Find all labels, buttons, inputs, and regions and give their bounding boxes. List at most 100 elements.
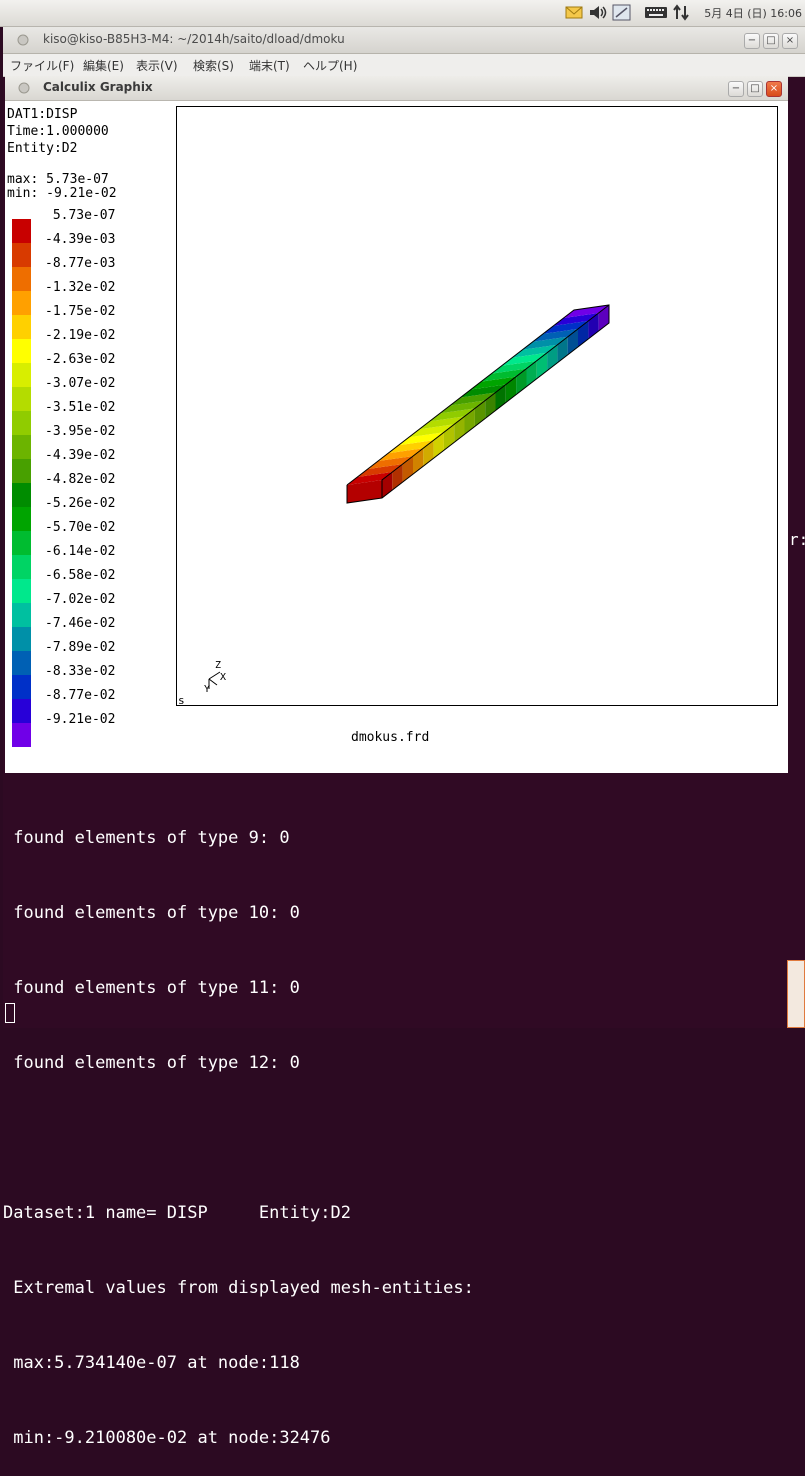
color-legend-bar: [12, 219, 31, 747]
maximize-icon[interactable]: □: [747, 81, 763, 97]
menu-view[interactable]: 表示(V): [136, 57, 178, 74]
info-dataset: DAT1:DISP: [7, 107, 78, 122]
system-top-panel: 5月 4日 (日) 16:06: [0, 0, 805, 27]
output-line: max:5.734140e-07 at node:118: [3, 1353, 300, 1373]
beam-model[interactable]: [177, 107, 777, 705]
legend-swatch: [12, 459, 31, 483]
legend-label: -4.39e-02: [45, 448, 116, 463]
min-value: min: -9.21e-02: [7, 186, 117, 201]
legend-swatch: [12, 651, 31, 675]
legend-swatch: [12, 363, 31, 387]
keyboard-icon[interactable]: [644, 4, 668, 21]
legend-label: -2.63e-02: [45, 352, 116, 367]
legend-label: -2.19e-02: [45, 328, 116, 343]
legend-label: -5.26e-02: [45, 496, 116, 511]
legend-swatch: [12, 723, 31, 747]
legend-swatch: [12, 339, 31, 363]
legend-swatch: [12, 219, 31, 243]
output-line: ​: [3, 1126, 783, 1151]
close-icon[interactable]: ×: [766, 81, 782, 97]
legend-label: -7.02e-02: [45, 592, 116, 607]
legend-label: -8.77e-02: [45, 688, 116, 703]
transfer-icon[interactable]: [672, 4, 690, 21]
legend-label: -4.39e-03: [45, 232, 116, 247]
legend-label: 5.73e-07: [45, 208, 116, 223]
max-value: max: 5.73e-07: [7, 172, 109, 187]
terminal-menubar: ファイル(F) 編集(E) 表示(V) 検索(S) 端末(T) ヘルプ(H): [3, 54, 805, 77]
legend-swatch: [12, 579, 31, 603]
terminal-titlebar[interactable]: kiso@kiso-B85H3-M4: ~/2014h/saito/dload/…: [3, 27, 805, 54]
window-menu-icon[interactable]: [17, 34, 29, 46]
menu-edit[interactable]: 編集(E): [83, 57, 124, 74]
output-line: found elements of type 9: 0: [3, 828, 290, 848]
legend-label: -1.32e-02: [45, 280, 116, 295]
legend-label: -5.70e-02: [45, 520, 116, 535]
3d-viewport[interactable]: Z X Y: [176, 106, 778, 706]
legend-label: -6.14e-02: [45, 544, 116, 559]
legend-label: -3.07e-02: [45, 376, 116, 391]
legend-label: -7.46e-02: [45, 616, 116, 631]
info-time: Time:1.000000: [7, 124, 109, 139]
output-line: found elements of type 10: 0: [3, 903, 300, 923]
window-menu-icon[interactable]: [18, 82, 30, 94]
terminal-cursor: [5, 1003, 15, 1023]
filename-label: dmokus.frd: [351, 730, 430, 745]
minimize-icon[interactable]: −: [744, 33, 760, 49]
min-max-values: max: 5.73e-07 min: -9.21e-02: [7, 173, 117, 201]
terminal-title: kiso@kiso-B85H3-M4: ~/2014h/saito/dload/…: [43, 32, 345, 46]
legend-label: -1.75e-02: [45, 304, 116, 319]
legend-label: -6.58e-02: [45, 568, 116, 583]
calculix-window[interactable]: Calculix Graphix − □ × DAT1:DISP Time:1.0…: [5, 76, 788, 773]
legend-label: -3.95e-02: [45, 424, 116, 439]
network-icon[interactable]: [612, 4, 632, 21]
output-line: Extremal values from displayed mesh-enti…: [3, 1278, 474, 1298]
legend-swatch: [12, 243, 31, 267]
terminal-output[interactable]: found elements of type 9: 0 found elemen…: [3, 776, 783, 1476]
maximize-icon[interactable]: □: [763, 33, 779, 49]
axis-y-label: Y: [204, 684, 210, 693]
corner-label: s: [178, 694, 185, 707]
clock[interactable]: 5月 4日 (日) 16:06: [704, 5, 802, 21]
terminal-scrollbar[interactable]: [787, 960, 805, 1028]
legend-swatch: [12, 435, 31, 459]
legend-swatch: [12, 291, 31, 315]
axis-z-label: Z: [215, 660, 221, 671]
legend-label: -3.51e-02: [45, 400, 116, 415]
axis-x-label: X: [220, 672, 226, 683]
color-legend-labels: 5.73e-07 -4.39e-03 -8.77e-03 -1.32e-02 -…: [45, 207, 115, 735]
legend-swatch: [12, 507, 31, 531]
menu-help[interactable]: ヘルプ(H): [303, 57, 357, 74]
mail-icon[interactable]: [565, 4, 583, 21]
menu-terminal[interactable]: 端末(T): [249, 57, 290, 74]
legend-swatch: [12, 699, 31, 723]
legend-label: -9.21e-02: [45, 712, 116, 727]
output-line: Dataset:1 name= DISP Entity:D2: [3, 1203, 351, 1223]
legend-label: -8.77e-03: [45, 256, 116, 271]
volume-icon[interactable]: [588, 4, 608, 21]
info-entity: Entity:D2: [7, 141, 78, 156]
legend-swatch: [12, 603, 31, 627]
calculix-titlebar[interactable]: Calculix Graphix − □ ×: [5, 76, 788, 101]
menu-search[interactable]: 検索(S): [193, 57, 234, 74]
legend-label: -4.82e-02: [45, 472, 116, 487]
terminal-edge-text: r:: [789, 530, 805, 549]
legend-swatch: [12, 531, 31, 555]
legend-swatch: [12, 555, 31, 579]
close-icon[interactable]: ×: [782, 33, 798, 49]
legend-label: -7.89e-02: [45, 640, 116, 655]
legend-swatch: [12, 483, 31, 507]
axis-triad: Z X Y: [204, 660, 226, 693]
menu-file[interactable]: ファイル(F): [10, 57, 74, 74]
minimize-icon[interactable]: −: [728, 81, 744, 97]
output-line: found elements of type 12: 0: [3, 1053, 300, 1073]
legend-swatch: [12, 411, 31, 435]
legend-swatch: [12, 675, 31, 699]
output-line: min:-9.210080e-02 at node:32476: [3, 1428, 331, 1448]
legend-swatch: [12, 387, 31, 411]
dataset-info: DAT1:DISP Time:1.000000 Entity:D2: [7, 106, 109, 157]
legend-swatch: [12, 627, 31, 651]
output-line: found elements of type 11: 0: [3, 978, 300, 998]
legend-swatch: [12, 267, 31, 291]
legend-swatch: [12, 315, 31, 339]
legend-label: -8.33e-02: [45, 664, 116, 679]
